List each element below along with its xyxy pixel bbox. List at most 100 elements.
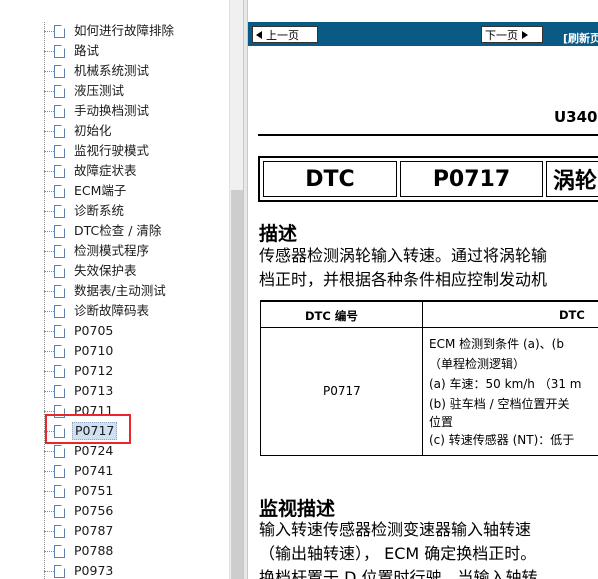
tree-item[interactable]: P0756 (44, 501, 115, 521)
document-icon (54, 464, 65, 478)
tree-item-label: 路试 (74, 43, 100, 58)
dtc-table: DTC 编号 DTC P0717 ECM 检测到条件 (a)、(b （单程检测逻… (260, 300, 598, 455)
document-icon (54, 484, 65, 498)
tree-connector (44, 90, 54, 92)
tree-item-label: ECM端子 (74, 183, 127, 198)
tree-item[interactable]: 液压测试 (44, 81, 126, 101)
tree-item-label: P0712 (74, 363, 114, 378)
table-header-row: DTC 编号 DTC (261, 302, 598, 328)
tree-connector (44, 230, 54, 232)
tree-item[interactable]: P0712 (44, 361, 115, 381)
tree-item[interactable]: P0787 (44, 521, 115, 541)
tree-item[interactable]: P0788 (44, 541, 115, 561)
tree-item-label: P0713 (74, 383, 114, 398)
tree-item[interactable]: 机械系统测试 (44, 61, 151, 81)
tree-connector (44, 350, 54, 352)
arrow-left-icon (256, 30, 262, 39)
tree-item[interactable]: DTC检查 / 清除 (44, 221, 163, 241)
document-icon (54, 264, 65, 278)
tree-item[interactable]: 失效保护表 (44, 261, 139, 281)
document-icon (54, 324, 65, 338)
tree-item[interactable]: P0973 (44, 561, 115, 579)
tree-connector (44, 210, 54, 212)
refresh-link[interactable]: [刷新页 (563, 30, 598, 46)
table-condition-line: （单程检测逻辑） (429, 357, 526, 371)
tree-item[interactable]: P0710 (44, 341, 115, 361)
tree-item[interactable]: 路试 (44, 41, 101, 61)
table-condition-line: 位置 (429, 415, 454, 429)
tree-connector (44, 530, 54, 532)
document-icon (54, 164, 65, 178)
tree-item[interactable]: P0751 (44, 481, 115, 501)
tree-item-label: P0724 (74, 443, 114, 458)
tree-connector (44, 110, 54, 112)
document-icon (54, 364, 65, 378)
tree-item-label: 手动换档测试 (74, 103, 150, 118)
document-pane: 上一页 下一页 [刷新页 U340 DTC P0717 涡轮 描述 传感器检测涡… (248, 0, 598, 579)
tree-item[interactable]: P0741 (44, 461, 115, 481)
tree-item-label: 机械系统测试 (74, 63, 150, 78)
document-icon (54, 24, 65, 38)
tree-item[interactable]: P0713 (44, 381, 115, 401)
tree-connector (44, 70, 54, 72)
tree-item-label: 液压测试 (74, 83, 125, 98)
tree-connector (44, 490, 54, 492)
tree-connector (44, 410, 54, 412)
tree-item-label: P0787 (74, 523, 114, 538)
document-icon (54, 344, 65, 358)
tree-item[interactable]: 数据表/主动测试 (44, 281, 168, 301)
description-line: 传感器检测涡轮输入转速。通过将涡轮输 (259, 246, 548, 265)
document-icon (54, 444, 65, 458)
tree-item[interactable]: 如何进行故障排除 (44, 21, 176, 41)
dtc-code: P0717 (400, 161, 543, 197)
table-bottom-rule (260, 455, 598, 456)
tree-item[interactable]: 初始化 (44, 121, 114, 141)
tree-item[interactable]: P0705 (44, 321, 115, 341)
tree-item[interactable]: P0724 (44, 441, 115, 461)
highlight-box (45, 414, 131, 444)
tree-connector (44, 510, 54, 512)
tree-item[interactable]: 手动换档测试 (44, 101, 151, 121)
tree-item[interactable]: 诊断故障码表 (44, 301, 151, 321)
table-header-dtc: DTC (559, 308, 585, 322)
tree-connector (44, 290, 54, 292)
tree-item[interactable]: 诊断系统 (44, 201, 126, 221)
document-icon (54, 184, 65, 198)
table-cell-code: P0717 (323, 384, 361, 398)
tree-item[interactable]: ECM端子 (44, 181, 128, 201)
tree-item-label: P0788 (74, 543, 114, 558)
tree-item[interactable]: 故障症状表 (44, 161, 139, 181)
description-line: 档正时，并根据各种条件相应控制发动机 (259, 270, 548, 289)
tree-item-label: 如何进行故障排除 (74, 23, 175, 38)
page-code: U340 (554, 108, 598, 126)
tree-connector (44, 550, 54, 552)
tree-item-label: 检测模式程序 (74, 243, 150, 258)
document-icon (54, 544, 65, 558)
tree-item[interactable]: 监视行驶模式 (44, 141, 151, 161)
help-tree: 如何进行故障排除 路试机械系统测试 液压测试手动换档测试初始化 监视行驶模式故障症状表… (0, 0, 229, 579)
tree-item[interactable]: 检测模式程序 (44, 241, 151, 261)
tree-connector (44, 570, 54, 572)
monitor-line: （输出轴转速）， ECM 确定换档正时。 (259, 544, 537, 563)
tree-item-label: 故障症状表 (74, 163, 137, 178)
tree-connector (44, 450, 54, 452)
next-page-button[interactable]: 下一页 (481, 26, 543, 43)
scrollbar-thumb[interactable] (231, 190, 243, 579)
tree-item-label: DTC检查 / 清除 (74, 223, 162, 238)
next-page-label: 下一页 (485, 28, 518, 42)
document-icon (54, 204, 65, 218)
monitor-line: 换档杆置于 D 位置时行驶，当输入轴转 (259, 568, 538, 579)
tree-connector (44, 310, 54, 312)
tree-item-label: 诊断故障码表 (74, 303, 150, 318)
document-icon (54, 44, 65, 58)
section-title-monitor: 监视描述 (259, 498, 336, 520)
table-condition-line: (c) 转速传感器 (NT)：低于 (429, 433, 575, 447)
prev-page-button[interactable]: 上一页 (252, 26, 318, 43)
document-icon (54, 144, 65, 158)
document-icon (54, 284, 65, 298)
tree-item-label: P0710 (74, 343, 114, 358)
tree-connector (44, 30, 54, 32)
tree-connector (44, 190, 54, 192)
tree-scrollbar[interactable] (229, 0, 243, 579)
page-nav-bar: 上一页 下一页 [刷新页 (248, 22, 598, 46)
